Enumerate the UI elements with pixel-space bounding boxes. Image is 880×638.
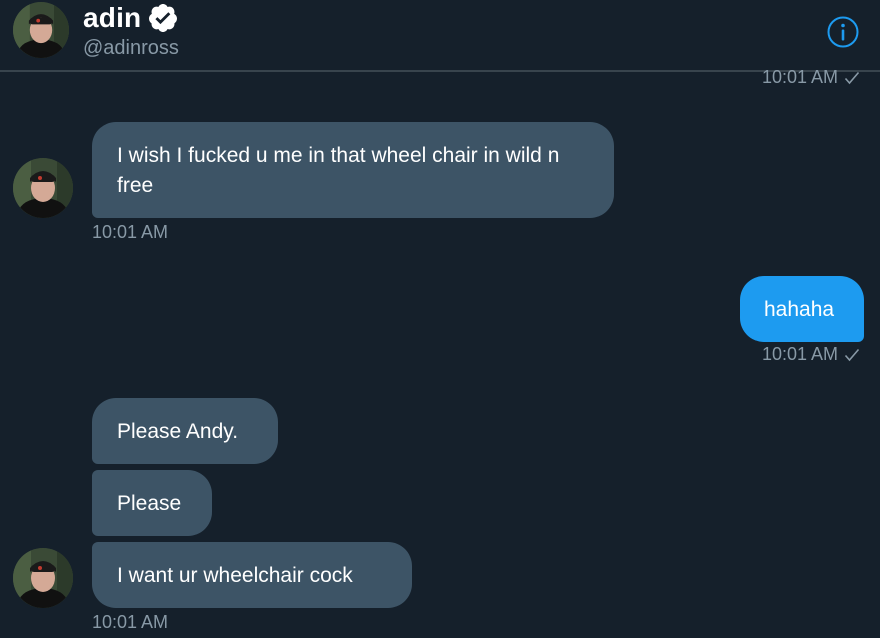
outgoing-message-bubble[interactable]: hahaha	[740, 276, 864, 342]
timestamp-text: 10:01 AM	[761, 344, 838, 364]
incoming-message-bubble[interactable]: I want ur wheelchair cock	[92, 542, 412, 608]
display-name[interactable]: adin	[83, 2, 141, 34]
info-icon[interactable]	[826, 15, 860, 49]
incoming-message-bubble[interactable]: Please	[92, 470, 212, 536]
message-text: I wish I fucked u me in that wheel chair…	[117, 144, 560, 197]
message-timestamp: 10:01 AM	[92, 612, 168, 633]
incoming-message-bubble[interactable]: I wish I fucked u me in that wheel chair…	[92, 122, 614, 218]
timestamp-text: 10:01 AM	[92, 222, 169, 242]
header-avatar[interactable]	[13, 2, 69, 58]
message-text: Please	[117, 492, 182, 515]
sent-check-icon	[844, 71, 860, 84]
user-handle: @adinross	[83, 37, 179, 59]
sent-check-icon	[844, 348, 860, 361]
message-text: hahaha	[764, 298, 835, 321]
timestamp-text: 10:01 AM	[761, 67, 838, 87]
message-text: Please Andy.	[117, 420, 239, 443]
incoming-message-bubble[interactable]: Please Andy.	[92, 398, 278, 464]
conversation-header: adin @adinross	[0, 0, 880, 72]
name-row: adin	[83, 2, 179, 34]
sender-avatar[interactable]	[13, 548, 73, 608]
sender-avatar[interactable]	[13, 158, 73, 218]
message-timestamp: 10:01 AM	[92, 222, 168, 243]
message-timestamp: 10:01 AM	[762, 344, 860, 365]
message-timestamp: 10:01 AM	[762, 67, 860, 88]
timestamp-text: 10:01 AM	[92, 612, 169, 632]
message-text: I want ur wheelchair cock	[117, 564, 353, 587]
verified-badge-icon	[149, 4, 178, 32]
